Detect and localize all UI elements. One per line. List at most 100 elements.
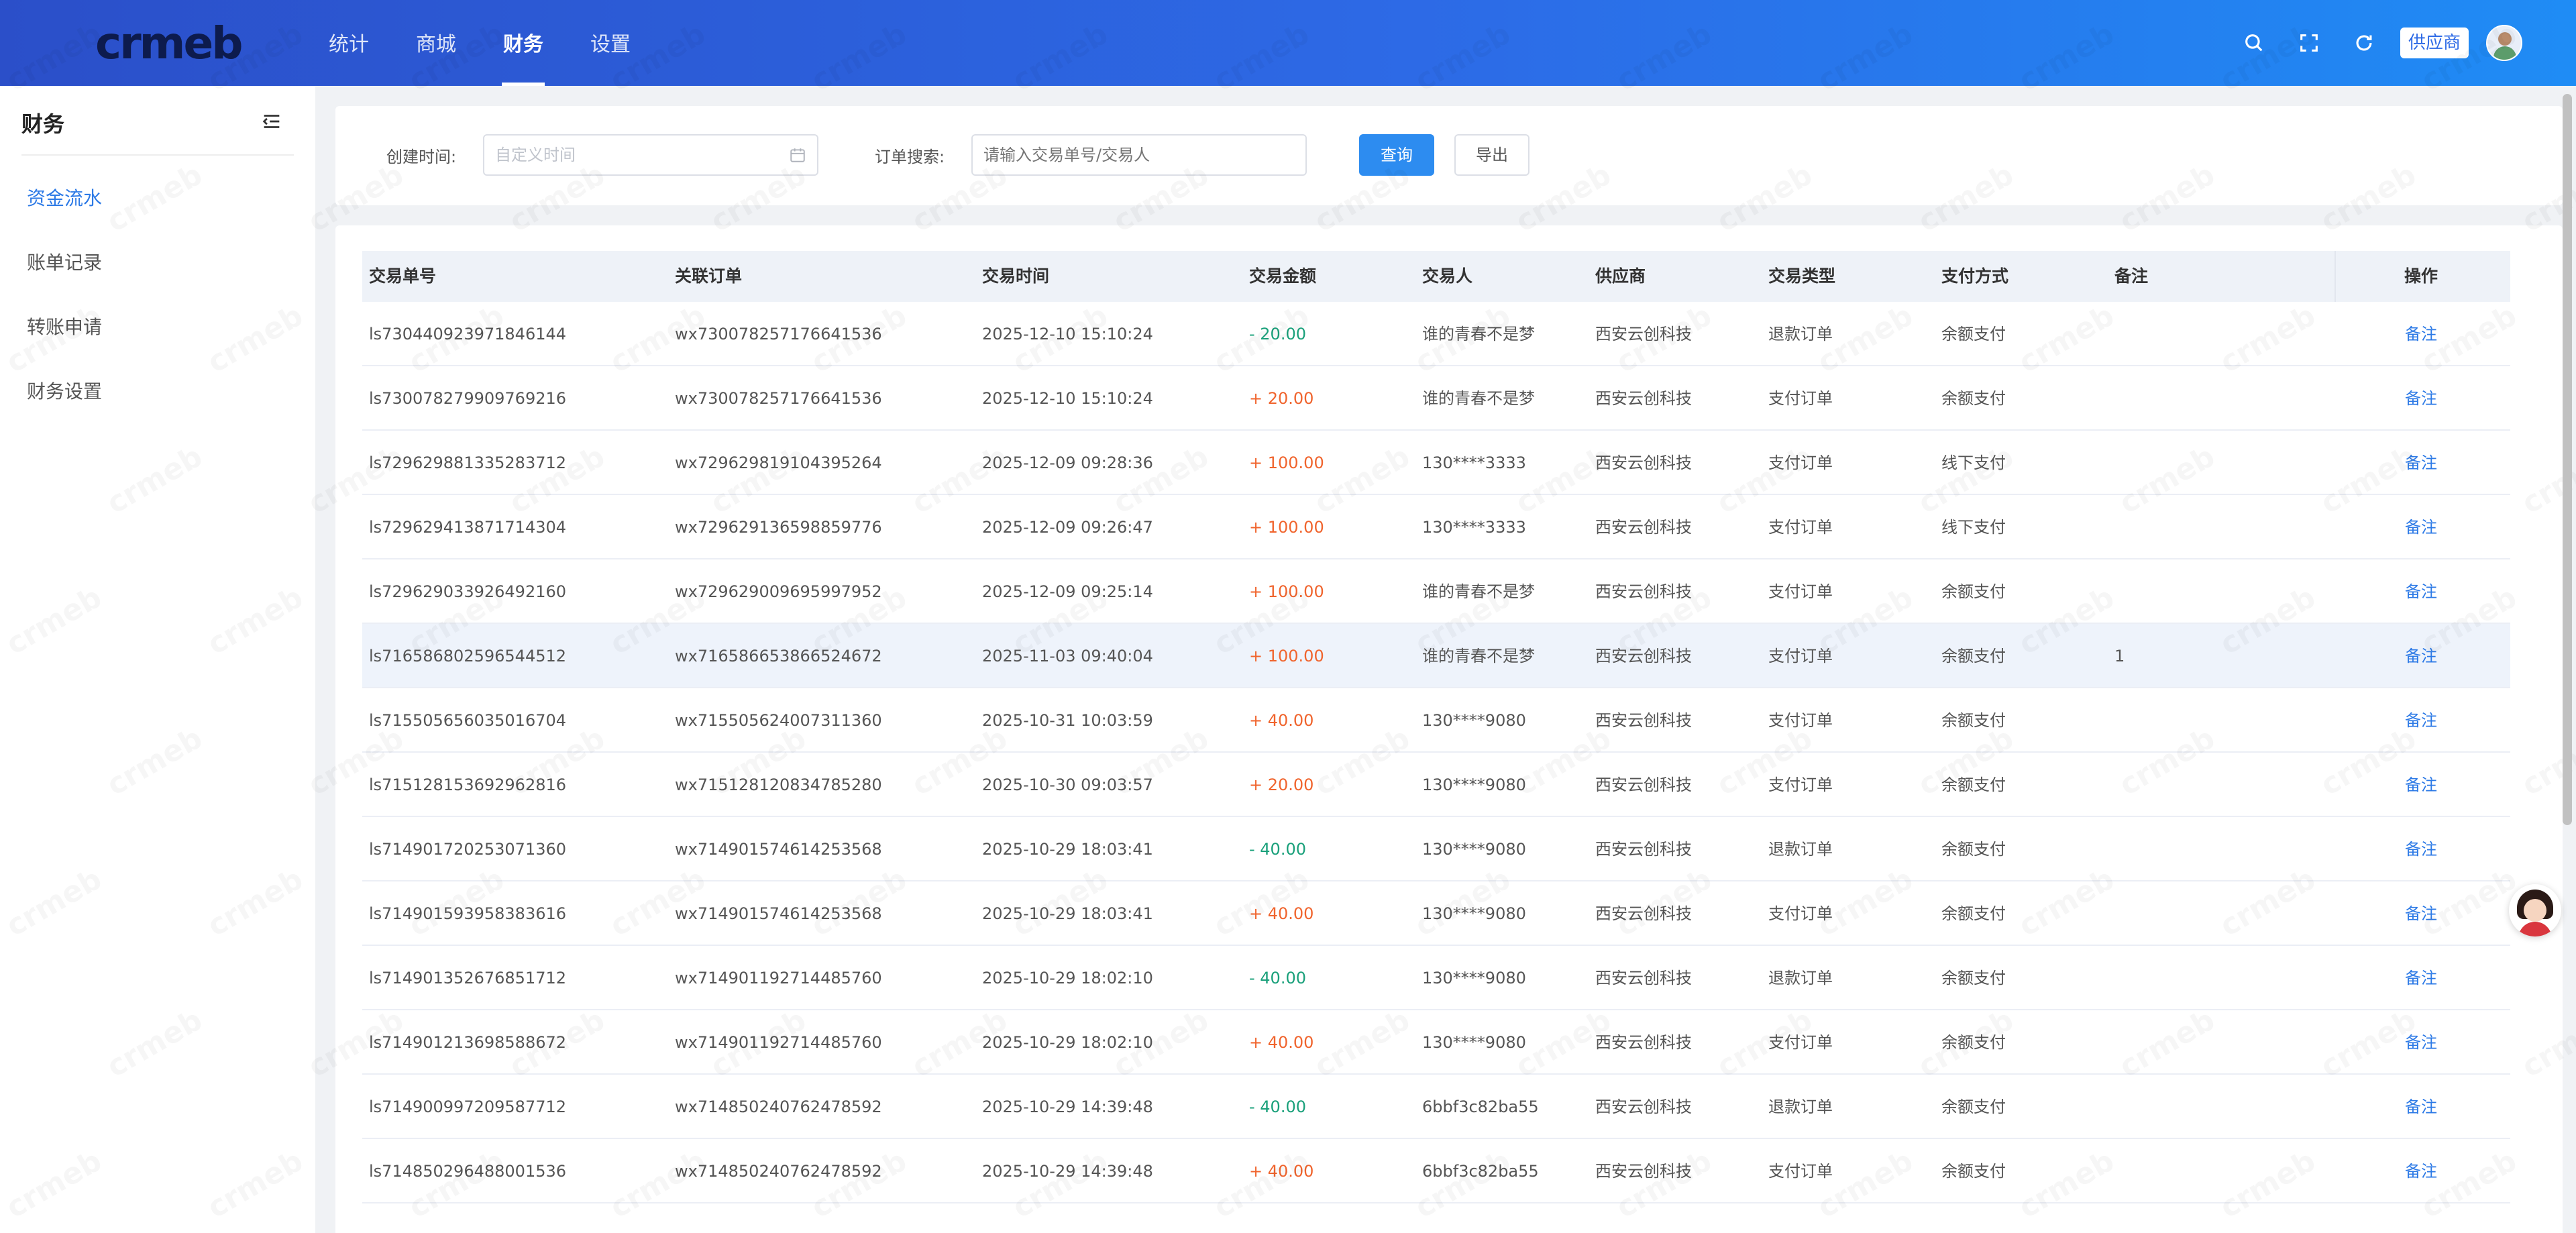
cell-supplier: 西安云创科技 — [1595, 389, 1692, 408]
cell-remark-action[interactable]: 备注 — [2405, 431, 2437, 495]
cell-amount: + 100.00 — [1249, 453, 1324, 472]
sidebar-item-fund-flow[interactable]: 资金流水 — [0, 166, 315, 231]
cell-remark-action[interactable]: 备注 — [2405, 817, 2437, 881]
export-button[interactable]: 导出 — [1454, 134, 1529, 176]
cell-trade-time: 2025-12-10 15:10:24 — [982, 325, 1153, 343]
cell-supplier: 西安云创科技 — [1595, 1097, 1692, 1116]
cell-trader: 谁的青春不是梦 — [1422, 582, 1535, 601]
calendar-icon — [790, 148, 805, 162]
cell-order-no: wx730078257176641536 — [675, 389, 882, 408]
cell-trade-type: 退款订单 — [1768, 840, 1833, 859]
cell-pay-method: 余额支付 — [1941, 647, 2006, 665]
query-button[interactable]: 查询 — [1359, 134, 1434, 176]
refresh-icon[interactable] — [2351, 30, 2377, 56]
crmeb-logo[interactable]: crmeb — [95, 20, 243, 67]
col-header-user: 交易人 — [1422, 266, 1473, 286]
cell-trade-time: 2025-12-09 09:25:14 — [982, 582, 1153, 601]
cell-remark-action[interactable]: 备注 — [2405, 688, 2437, 753]
cell-order-no: wx729629819104395264 — [675, 453, 882, 472]
cell-remark-action[interactable]: 备注 — [2405, 559, 2437, 624]
table-row: ls714901352676851712 wx714901192714485760… — [362, 946, 2510, 1010]
table-row: ls715505656035016704 wx715505624007311360… — [362, 688, 2510, 753]
nav-item-settings[interactable]: 设置 — [590, 0, 631, 86]
role-tag[interactable]: 供应商 — [2400, 28, 2469, 58]
fund-flow-table-card: 交易单号 关联订单 交易时间 交易金额 交易人 供应商 交易类型 支付方式 备注… — [335, 225, 2563, 1233]
cell-order-no: wx714901192714485760 — [675, 1033, 882, 1052]
cell-amount: + 20.00 — [1249, 775, 1314, 794]
sidebar-item-transfer-apply[interactable]: 转账申请 — [0, 295, 315, 360]
cell-trade-time: 2025-10-31 10:03:59 — [982, 711, 1153, 730]
sidebar-item-bill-records[interactable]: 账单记录 — [0, 231, 315, 295]
cell-trade-time: 2025-10-29 18:02:10 — [982, 1033, 1153, 1052]
avatar[interactable] — [2486, 25, 2522, 61]
cell-trade-time: 2025-10-29 18:03:41 — [982, 904, 1153, 923]
cell-remark-action[interactable]: 备注 — [2405, 753, 2437, 817]
sidebar-item-finance-settings[interactable]: 财务设置 — [0, 360, 315, 424]
table-row: ls714901213698588672 wx714901192714485760… — [362, 1010, 2510, 1075]
cell-supplier: 西安云创科技 — [1595, 904, 1692, 923]
cell-trade-no: ls715128153692962816 — [369, 775, 567, 794]
cell-order-no: wx729629136598859776 — [675, 518, 882, 537]
fullscreen-icon[interactable] — [2296, 30, 2322, 56]
nav-item-finance[interactable]: 财务 — [502, 0, 545, 86]
search-icon[interactable] — [2241, 30, 2267, 56]
filter-panel: 创建时间: 自定义时间 订单搜索: 查询 导出 — [335, 106, 2563, 205]
cell-trade-type: 退款订单 — [1768, 1097, 1833, 1116]
fund-flow-table: 交易单号 关联订单 交易时间 交易金额 交易人 供应商 交易类型 支付方式 备注… — [362, 251, 2510, 1203]
collapse-menu-icon[interactable] — [260, 110, 283, 133]
cell-pay-method: 余额支付 — [1941, 582, 2006, 601]
cell-remark-action[interactable]: 备注 — [2405, 495, 2437, 559]
cell-trader: 130****9080 — [1422, 969, 1526, 987]
cell-pay-method: 余额支付 — [1941, 904, 2006, 923]
cell-trade-no: ls714850296488001536 — [369, 1162, 567, 1181]
cell-remark-action[interactable]: 备注 — [2405, 624, 2437, 688]
table-row: ls729629413871714304 wx729629136598859776… — [362, 495, 2510, 559]
created-time-placeholder: 自定义时间 — [495, 146, 576, 164]
cell-trader: 谁的青春不是梦 — [1422, 389, 1535, 408]
cell-pay-method: 余额支付 — [1941, 840, 2006, 859]
created-time-label: 创建时间: — [386, 148, 457, 166]
order-search-input[interactable] — [971, 134, 1307, 176]
table-row: ls715128153692962816 wx715128120834785280… — [362, 753, 2510, 817]
sidebar-title: 财务 — [21, 111, 65, 137]
sidebar-menu: 资金流水 账单记录 转账申请 财务设置 — [0, 166, 315, 424]
cell-order-no: wx716586653866524672 — [675, 647, 882, 665]
col-header-type: 交易类型 — [1768, 266, 1836, 286]
sidebar-divider — [21, 154, 294, 156]
cell-remark-action[interactable]: 备注 — [2405, 1139, 2437, 1203]
cell-trader: 130****9080 — [1422, 775, 1526, 794]
cell-trade-no: ls714901352676851712 — [369, 969, 567, 987]
cell-remark-action[interactable]: 备注 — [2405, 302, 2437, 366]
cell-remark-action[interactable]: 备注 — [2405, 881, 2437, 946]
nav-item-mall[interactable]: 商城 — [416, 0, 456, 86]
cell-trade-no: ls714901213698588672 — [369, 1033, 567, 1052]
nav-item-stats[interactable]: 统计 — [329, 0, 369, 86]
page-scrollbar[interactable] — [2563, 94, 2572, 825]
col-header-order: 关联订单 — [675, 266, 743, 286]
cell-trade-type: 支付订单 — [1768, 389, 1833, 408]
cell-amount: + 20.00 — [1249, 389, 1314, 408]
col-header-supplier: 供应商 — [1595, 266, 1646, 286]
cell-amount: + 40.00 — [1249, 1162, 1314, 1181]
cell-supplier: 西安云创科技 — [1595, 325, 1692, 343]
cell-remark-action[interactable]: 备注 — [2405, 1075, 2437, 1139]
cell-supplier: 西安云创科技 — [1595, 647, 1692, 665]
cell-trade-no: ls714901720253071360 — [369, 840, 567, 859]
cell-trade-time: 2025-10-29 14:39:48 — [982, 1162, 1153, 1181]
cell-trader: 6bbf3c82ba55 — [1422, 1097, 1539, 1116]
cell-supplier: 西安云创科技 — [1595, 453, 1692, 472]
cell-trade-no: ls716586802596544512 — [369, 647, 567, 665]
cell-trade-no: ls730440923971846144 — [369, 325, 567, 343]
cell-supplier: 西安云创科技 — [1595, 969, 1692, 987]
customer-service-avatar-icon[interactable] — [2509, 884, 2561, 936]
cell-trade-type: 支付订单 — [1768, 775, 1833, 794]
cell-remark-action[interactable]: 备注 — [2405, 1010, 2437, 1075]
cell-trader: 130****9080 — [1422, 1033, 1526, 1052]
cell-trade-type: 支付订单 — [1768, 904, 1833, 923]
created-time-picker[interactable]: 自定义时间 — [483, 134, 818, 176]
cell-remark-action[interactable]: 备注 — [2405, 366, 2437, 431]
cell-trade-type: 支付订单 — [1768, 1162, 1833, 1181]
cell-remark-action[interactable]: 备注 — [2405, 946, 2437, 1010]
cell-trader: 130****3333 — [1422, 518, 1526, 537]
cell-trade-time: 2025-10-30 09:03:57 — [982, 775, 1153, 794]
